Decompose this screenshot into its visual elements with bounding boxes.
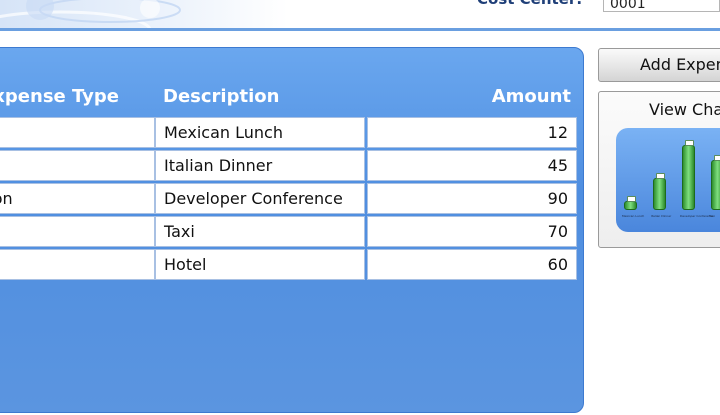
cell-expense-type[interactable] — [0, 150, 155, 181]
banner-decoration — [0, 0, 240, 28]
add-expense-button[interactable]: Add Expense — [598, 48, 720, 82]
cell-expense-type[interactable] — [0, 117, 155, 148]
table-row[interactable]: Mexican Lunch 12 — [0, 117, 577, 148]
top-banner: Cost Center: 0001 — [0, 0, 720, 28]
cost-center-input[interactable]: 0001 — [603, 0, 720, 12]
cell-description[interactable]: Developer Conference — [155, 183, 365, 214]
chart-bar — [653, 178, 666, 210]
column-header-description[interactable]: Description — [163, 86, 279, 107]
table-row[interactable]: Taxi 70 — [0, 216, 577, 247]
column-header-amount[interactable]: Amount — [492, 86, 571, 107]
cell-description[interactable]: Mexican Lunch — [155, 117, 365, 148]
table-row[interactable]: tion Developer Conference 90 — [0, 183, 577, 214]
chart-bar — [711, 160, 720, 210]
table-row[interactable]: Italian Dinner 45 — [0, 150, 577, 181]
chart-bar — [682, 145, 695, 210]
cell-description[interactable]: Taxi — [155, 216, 365, 247]
banner-swirl-graphic — [0, 0, 181, 28]
cell-expense-type[interactable] — [0, 216, 155, 247]
cell-expense-type[interactable]: tion — [0, 183, 155, 214]
expense-grid-panel: Expense Type Description Amount Mexican … — [0, 47, 584, 413]
table-row[interactable]: Hotel 60 — [0, 249, 577, 280]
cell-amount[interactable]: 45 — [367, 150, 577, 181]
chart-thumbnail: Mexican Lunch Italian Dinner Developer Con… — [616, 128, 720, 232]
cell-description[interactable]: Hotel — [155, 249, 365, 280]
cell-expense-type[interactable] — [0, 249, 155, 280]
cell-amount[interactable]: 60 — [367, 249, 577, 280]
cell-description[interactable]: Italian Dinner — [155, 150, 365, 181]
banner-divider — [0, 28, 720, 31]
cell-amount[interactable]: 90 — [367, 183, 577, 214]
cost-center-label: Cost Center: — [477, 0, 582, 8]
chart-bar-value-marker — [685, 140, 694, 146]
column-header-expense-type[interactable]: Expense Type — [0, 86, 119, 107]
view-chart-button[interactable]: View Chart Mexican LunchItalian DinnerDe… — [598, 91, 720, 248]
chart-category-label: Italian Dinner — [651, 214, 672, 218]
chart-bar-value-marker — [656, 173, 665, 179]
view-chart-label: View Chart — [649, 100, 720, 119]
chart-category-label: Taxi — [709, 214, 715, 218]
cell-amount[interactable]: 12 — [367, 117, 577, 148]
chart-bar-value-marker — [714, 155, 720, 161]
cell-amount[interactable]: 70 — [367, 216, 577, 247]
chart-bar — [624, 201, 637, 210]
chart-bar-value-marker — [627, 196, 636, 202]
cell-expense-type-text: tion — [0, 189, 13, 208]
chart-category-label: Mexican Lunch — [622, 214, 645, 218]
